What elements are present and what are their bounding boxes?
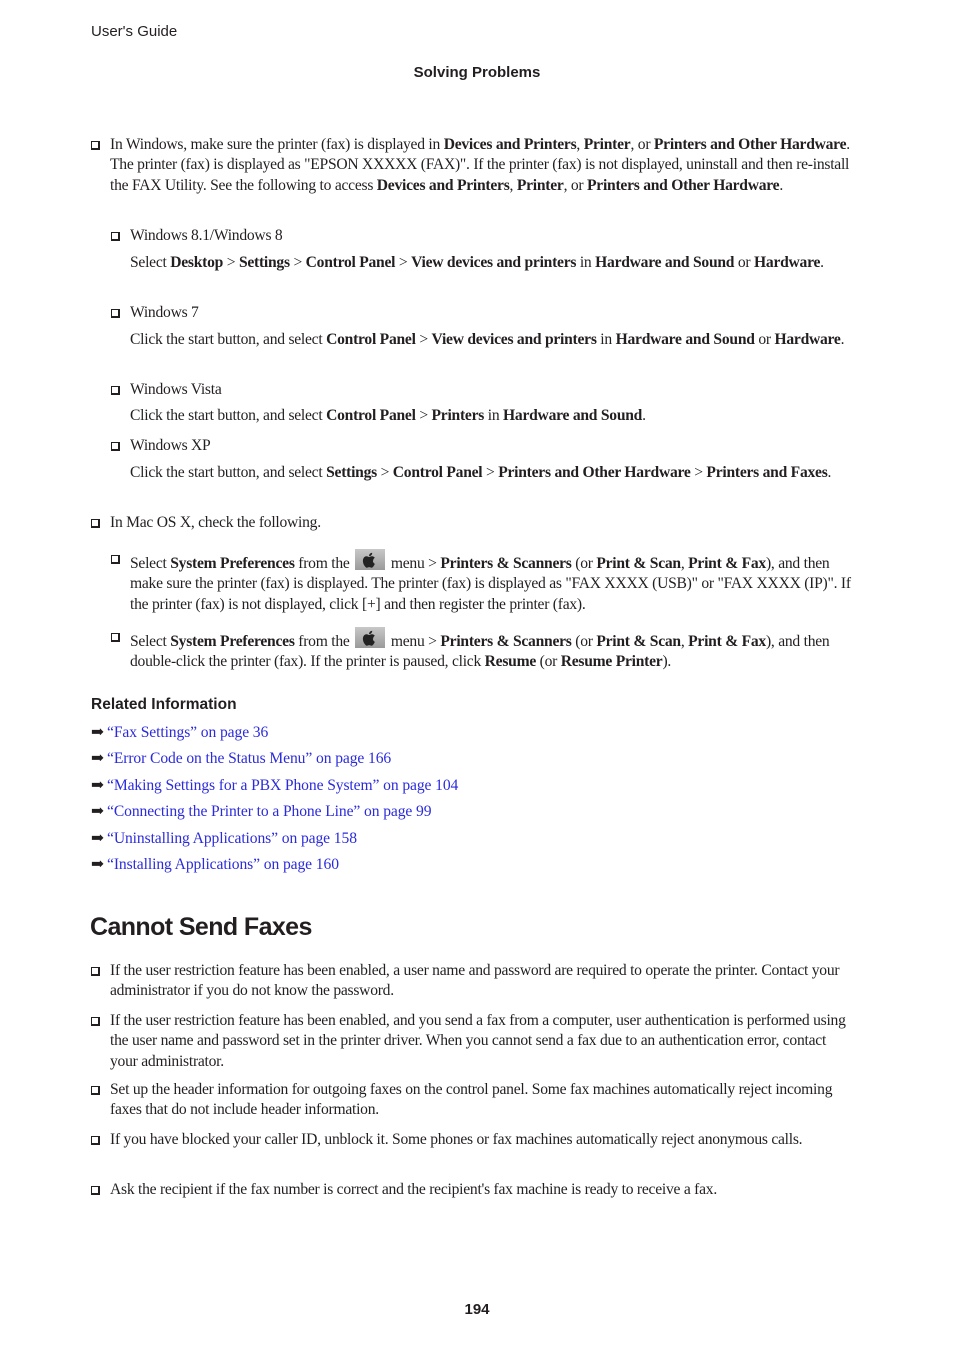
os-item-vista: Windows Vista [111,380,855,400]
right-arrow-icon: ➡ [91,750,104,767]
related-link[interactable]: “Making Settings for a PBX Phone System”… [107,777,458,794]
related-link[interactable]: “Connecting the Printer to a Phone Line”… [107,803,432,820]
cannot-send-item: Ask the recipient if the fax number is c… [91,1180,855,1200]
checkbox-bullet-icon [111,442,120,451]
page-number: 194 [464,1301,490,1318]
checkbox-bullet-icon [91,1186,100,1195]
os-item-xp: Windows XP [111,436,855,456]
cannot-send-text: If the user restriction feature has been… [110,1012,846,1070]
related-link-item[interactable]: ➡ “Error Code on the Status Menu” on page… [91,749,391,769]
right-arrow-icon: ➡ [91,724,104,741]
mac-item-text: In Mac OS X, check the following. [110,514,321,531]
related-link-item[interactable]: ➡ “Installing Applications” on page 160 [91,855,339,875]
cannot-send-item: Set up the header information for outgoi… [91,1080,855,1121]
os-item-win7: Windows 7 [111,303,855,323]
running-header: User's Guide [91,23,178,40]
windows-item-text: In Windows, make sure the printer (fax) … [110,136,850,194]
cannot-send-text: Set up the header information for outgoi… [110,1081,833,1119]
checkbox-bullet-icon [91,1136,100,1145]
os-instruction-xp: Click the start button, and select Setti… [130,464,832,481]
cannot-send-text: Ask the recipient if the fax number is c… [110,1181,717,1198]
os-name: Windows 7 [130,304,199,321]
cannot-send-item: If the user restriction feature has been… [91,1011,855,1072]
checkbox-bullet-icon [111,555,120,564]
cannot-send-text: If you have blocked your caller ID, unbl… [110,1131,803,1148]
mac-step-text: Select System Preferences from the [130,633,350,650]
mac-step-text: Select System Preferences from the [130,555,350,572]
cannot-send-item: If the user restriction feature has been… [91,961,855,1002]
right-arrow-icon: ➡ [91,830,104,847]
related-link[interactable]: “Installing Applications” on page 160 [107,856,339,873]
checkbox-bullet-icon [111,309,120,318]
checkbox-bullet-icon [91,1086,100,1095]
os-name: Windows 8.1/Windows 8 [130,227,283,244]
os-item-win8: Windows 8.1/Windows 8 [111,226,855,246]
checkbox-bullet-icon [111,633,120,642]
related-link-item[interactable]: ➡ “Uninstalling Applications” on page 158 [91,829,357,849]
related-link[interactable]: “Fax Settings” on page 36 [107,724,268,741]
mac-sub-item-2: Select System Preferences from the menu … [111,627,855,673]
related-link[interactable]: “Error Code on the Status Menu” on page … [107,750,391,767]
mac-sub-item-1: Select System Preferences from the menu … [111,549,855,615]
checkbox-bullet-icon [111,386,120,395]
os-name: Windows Vista [130,381,222,398]
related-information-heading: Related Information [91,696,237,713]
related-link-item[interactable]: ➡ “Making Settings for a PBX Phone System… [91,776,458,796]
related-link-item[interactable]: ➡ “Fax Settings” on page 36 [91,723,268,743]
checkbox-bullet-icon [91,519,100,528]
cannot-send-text: If the user restriction feature has been… [110,962,840,1000]
os-instruction-win8: Select Desktop > Settings > Control Pane… [130,254,824,271]
checkbox-bullet-icon [91,141,100,150]
checkbox-bullet-icon [91,1017,100,1026]
cannot-send-faxes-heading: Cannot Send Faxes [90,913,312,941]
right-arrow-icon: ➡ [91,803,104,820]
windows-check-item: In Windows, make sure the printer (fax) … [91,135,855,196]
checkbox-bullet-icon [91,967,100,976]
related-link-item[interactable]: ➡ “Connecting the Printer to a Phone Line… [91,802,432,822]
cannot-send-item: If you have blocked your caller ID, unbl… [91,1130,855,1150]
os-name: Windows XP [130,437,211,454]
right-arrow-icon: ➡ [91,856,104,873]
checkbox-bullet-icon [111,232,120,241]
apple-menu-icon [355,627,386,648]
mac-check-item: In Mac OS X, check the following. [91,513,855,533]
os-instruction-vista: Click the start button, and select Contr… [130,407,646,424]
right-arrow-icon: ➡ [91,777,104,794]
os-instruction-win7: Click the start button, and select Contr… [130,331,845,348]
apple-menu-icon [355,549,386,570]
related-link[interactable]: “Uninstalling Applications” on page 158 [107,830,357,847]
section-title: Solving Problems [413,64,541,81]
